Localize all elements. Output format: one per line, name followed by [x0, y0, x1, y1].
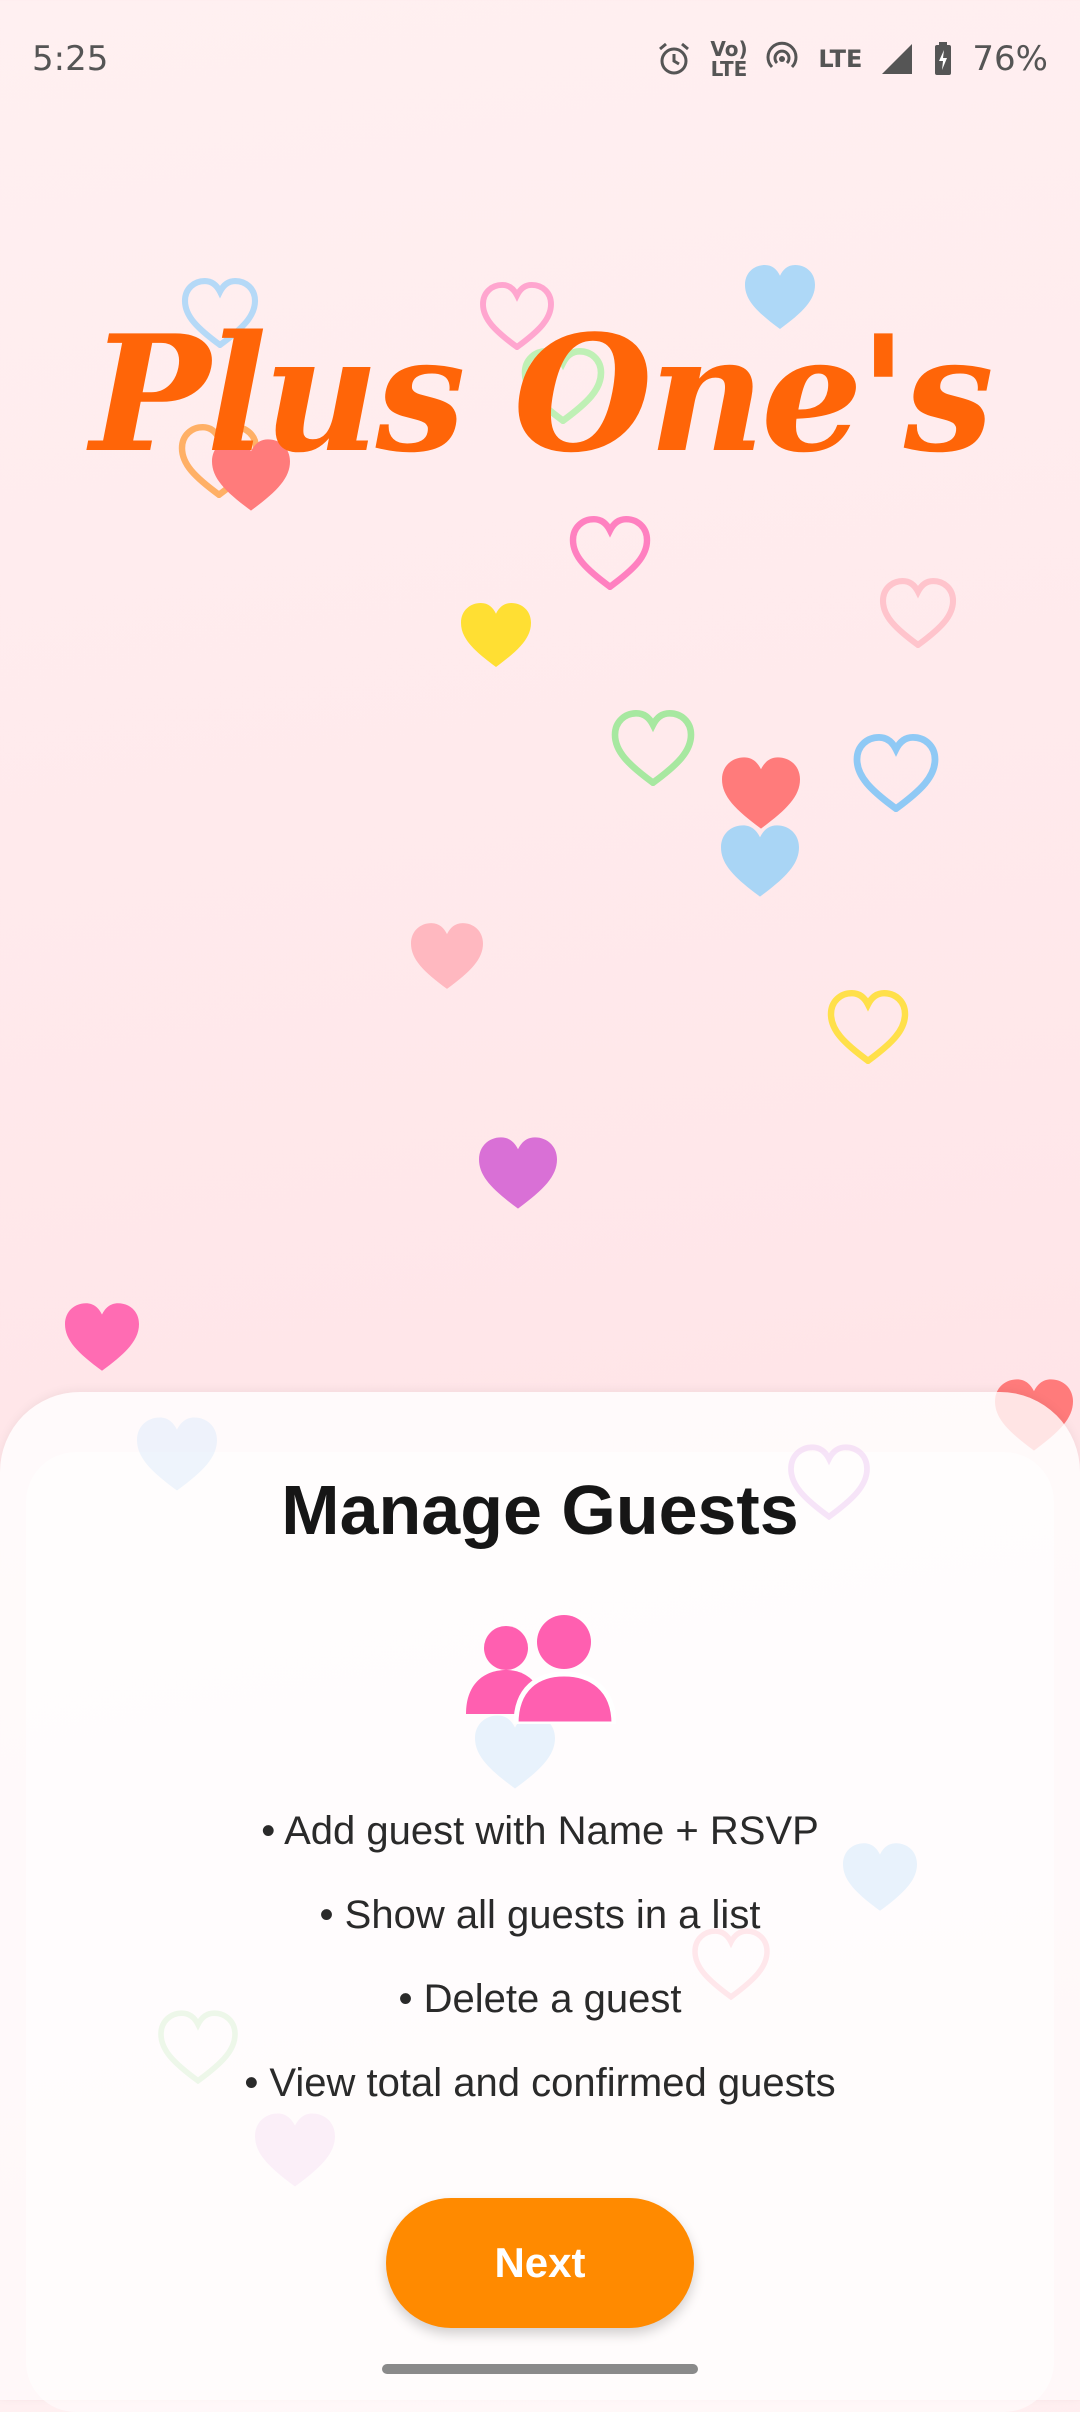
- status-bar: 5:25 Vo) LTE LTE 76%: [0, 0, 1080, 118]
- heart-icon: [721, 825, 799, 897]
- signal-icon: [880, 42, 914, 76]
- heart-icon: [610, 710, 696, 786]
- battery-icon: [932, 41, 954, 77]
- clock-time: 5:25: [32, 39, 109, 79]
- alarm-icon: [656, 41, 692, 77]
- hotspot-icon: [764, 41, 800, 77]
- volte-icon: Vo) LTE: [710, 37, 748, 81]
- card-title: Manage Guests: [281, 1471, 799, 1549]
- people-icon: [466, 1615, 616, 1724]
- heart-icon: [475, 1715, 555, 1789]
- battery-percentage: 76%: [972, 39, 1048, 79]
- heart-icon: [479, 1137, 557, 1209]
- app-title: Plus One's: [90, 300, 994, 488]
- list-item: • Add guest with Name + RSVP: [261, 1809, 819, 1853]
- heart-icon: [852, 734, 940, 812]
- heart-icon: [722, 757, 800, 829]
- list-item: • Show all guests in a list: [319, 1893, 761, 1937]
- list-item: • Delete a guest: [398, 1977, 682, 2021]
- heart-icon: [461, 603, 531, 667]
- heart-icon: [826, 990, 910, 1064]
- status-icons: Vo) LTE LTE 76%: [656, 39, 1048, 79]
- heart-icon: [411, 923, 483, 989]
- heart-icon: [568, 516, 652, 590]
- next-button[interactable]: Next: [386, 2198, 694, 2328]
- home-indicator[interactable]: [382, 2364, 698, 2374]
- lte-icon: LTE: [818, 45, 863, 73]
- feature-list: • Add guest with Name + RSVP • Show all …: [0, 1800, 1080, 2136]
- list-item: • View total and confirmed guests: [244, 2061, 836, 2105]
- heart-icon: [65, 1303, 139, 1371]
- heart-icon: [878, 578, 958, 648]
